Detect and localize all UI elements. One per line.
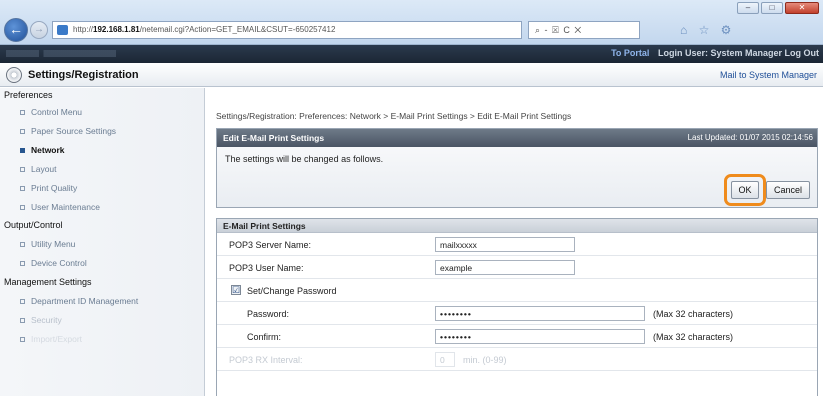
sidebar-item-label: Department ID Management: [31, 296, 139, 306]
sidebar-item-utility-menu[interactable]: Utility Menu: [20, 239, 75, 249]
logout-link[interactable]: Log Out: [785, 48, 820, 58]
pop3-server-label: POP3 Server Name:: [229, 240, 312, 250]
sidebar-item-label: Print Quality: [31, 183, 78, 193]
maximize-button[interactable]: □: [761, 2, 783, 14]
password-hint: (Max 32 characters): [653, 309, 734, 319]
to-portal-link[interactable]: To Portal: [611, 48, 649, 58]
rx-interval-input[interactable]: [435, 352, 455, 367]
pop3-server-input[interactable]: [435, 237, 575, 252]
sidebar-section-output-control: Output/Control: [4, 220, 63, 230]
sidebar-item-label: Security: [31, 315, 62, 325]
email-print-settings-panel: E-Mail Print Settings POP3 Server Name: …: [216, 218, 818, 396]
pop3-user-input[interactable]: [435, 260, 575, 275]
set-password-label: Set/Change Password: [247, 286, 337, 296]
settings-panel-title: E-Mail Print Settings: [217, 219, 817, 233]
url-host: 192.168.1.81: [93, 25, 140, 34]
url-prefix: http://: [73, 25, 94, 34]
panel-title: Edit E-Mail Print Settings: [223, 133, 325, 143]
sidebar-section-management-settings: Management Settings: [4, 277, 92, 287]
bullet-icon: [20, 261, 25, 267]
confirm-input[interactable]: [435, 329, 645, 344]
confirm-row: Confirm: (Max 32 characters): [217, 326, 817, 348]
bullet-icon: [20, 299, 25, 305]
rx-interval-row: POP3 RX Interval: min. (0-99): [217, 349, 817, 371]
sidebar-item-user-maintenance[interactable]: User Maintenance: [20, 202, 100, 212]
bullet-icon: [20, 205, 25, 211]
bullet-icon: [20, 242, 25, 248]
close-window-button[interactable]: ✕: [785, 2, 819, 14]
sidebar-item-label: Paper Source Settings: [31, 126, 117, 136]
user-bar: To Portal Login User: System Manager Log…: [611, 48, 819, 58]
cancel-button[interactable]: Cancel: [766, 181, 810, 199]
panel-header: Edit E-Mail Print Settings Last Updated:…: [217, 129, 817, 147]
sidebar: Preferences Control Menu Paper Source Se…: [0, 88, 205, 396]
window-controls: – □ ✕: [737, 2, 819, 14]
password-input[interactable]: [435, 306, 645, 321]
bullet-icon: [20, 186, 25, 192]
confirmation-message: The settings will be changed as follows.: [225, 154, 384, 164]
sidebar-item-import-export[interactable]: Import/Export: [20, 334, 82, 344]
ok-button-highlight: [724, 174, 766, 206]
sidebar-item-label: Device Control: [31, 258, 87, 268]
back-button[interactable]: ←: [4, 18, 28, 42]
password-row: Password: (Max 32 characters): [217, 303, 817, 325]
sidebar-item-control-menu[interactable]: Control Menu: [20, 107, 82, 117]
sidebar-item-label: Utility Menu: [31, 239, 76, 249]
bullet-icon: [20, 129, 25, 135]
sidebar-item-network[interactable]: Network: [20, 145, 65, 155]
sidebar-item-layout[interactable]: Layout: [20, 164, 57, 174]
bullet-icon: [20, 167, 25, 173]
back-arrow-icon: ←: [9, 21, 23, 37]
address-bar[interactable]: http://192.168.1.81/netemail.cgi?Action=…: [52, 21, 522, 39]
sidebar-item-department-id-management[interactable]: Department ID Management: [20, 296, 138, 306]
sidebar-item-label: Import/Export: [31, 334, 83, 344]
rx-interval-label: POP3 RX Interval:: [229, 355, 303, 365]
sidebar-item-device-control[interactable]: Device Control: [20, 258, 87, 268]
sidebar-section-preferences: Preferences: [4, 90, 53, 100]
site-favicon-icon: [57, 25, 68, 35]
settings-gear-icon: [6, 67, 22, 83]
bullet-icon: [20, 318, 25, 324]
browser-icons[interactable]: ⌂ ☆ ⚙: [680, 23, 735, 37]
sidebar-item-print-quality[interactable]: Print Quality: [20, 183, 77, 193]
sidebar-item-label: Network: [31, 145, 65, 155]
login-user-text: Login User: System Manager: [657, 48, 782, 58]
forward-button[interactable]: →: [30, 21, 48, 39]
bullet-icon: [20, 110, 25, 116]
set-password-checkbox[interactable]: ☑: [231, 285, 241, 295]
device-name-blurred: [6, 50, 116, 57]
last-updated: Last Updated: 01/07 2015 02:14:56: [687, 133, 813, 142]
pop3-server-row: POP3 Server Name:: [217, 234, 817, 256]
forward-arrow-icon: →: [34, 24, 44, 35]
breadcrumb: Settings/Registration: Preferences: Netw…: [216, 111, 572, 121]
pop3-user-row: POP3 User Name:: [217, 257, 817, 279]
sidebar-item-label: Layout: [31, 164, 57, 174]
sidebar-item-label: Control Menu: [31, 107, 83, 117]
pop3-user-label: POP3 User Name:: [229, 263, 304, 273]
device-header-strip: To Portal Login User: System Manager Log…: [0, 45, 823, 63]
password-label: Password:: [247, 309, 290, 319]
confirm-hint: (Max 32 characters): [653, 332, 734, 342]
bullet-icon: [20, 148, 25, 154]
set-password-row: ☑ Set/Change Password: [217, 280, 817, 302]
page-title: Settings/Registration: [28, 69, 139, 81]
confirm-label: Confirm:: [247, 332, 282, 342]
bullet-icon: [20, 337, 25, 343]
sidebar-item-label: User Maintenance: [31, 202, 100, 212]
url-path: /netemail.cgi?Action=GET_EMAIL&CSUT=-650…: [139, 25, 336, 34]
browser-toolbar: – □ ✕ ← → http://192.168.1.81/netemail.c…: [0, 0, 823, 45]
sidebar-item-security[interactable]: Security: [20, 315, 62, 325]
rx-interval-hint: min. (0-99): [463, 355, 507, 365]
minimize-button[interactable]: –: [737, 2, 759, 14]
page-header: Settings/Registration Mail to System Man…: [0, 63, 823, 87]
sidebar-item-paper-source-settings[interactable]: Paper Source Settings: [20, 126, 116, 136]
address-tools[interactable]: ⌕ - ☒ C ✕: [528, 21, 640, 39]
mail-to-system-manager-link[interactable]: Mail to System Manager: [720, 70, 817, 80]
